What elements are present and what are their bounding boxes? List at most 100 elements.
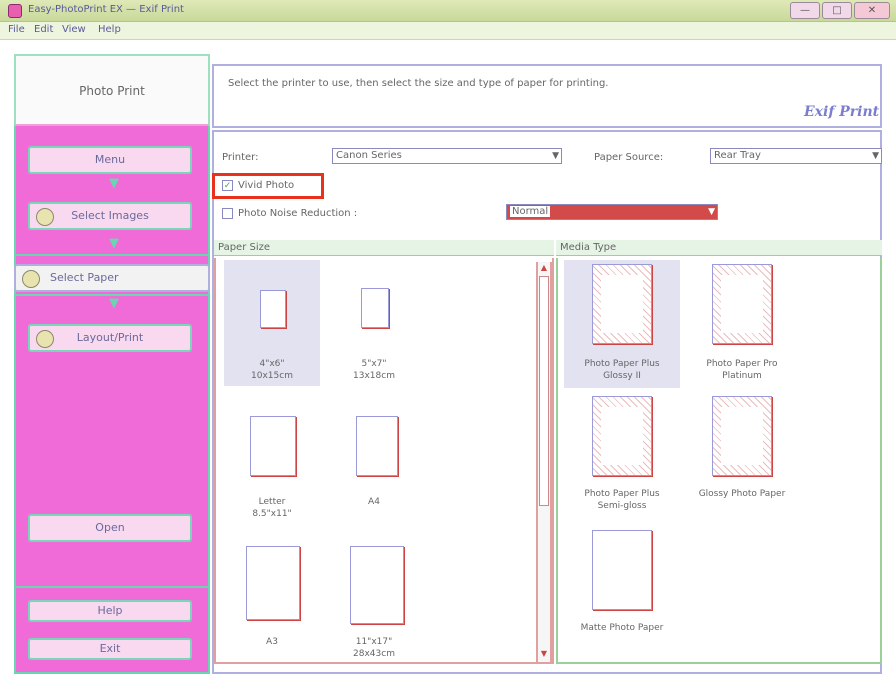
step-select-paper-label: Select Paper	[50, 271, 119, 284]
media-type-label: Photo Paper Pro	[706, 359, 778, 369]
instruction-panel	[212, 64, 882, 128]
menu-view[interactable]: View	[62, 24, 86, 35]
minimize-icon: —	[800, 5, 810, 16]
chevron-down-icon: ▼	[872, 151, 879, 161]
sidebar-header: Photo Print	[14, 54, 210, 126]
chevron-down-icon: ▼	[552, 151, 559, 161]
paper-sheet-icon	[260, 290, 286, 328]
menu-file[interactable]: File	[8, 24, 25, 35]
sidebar-title: Photo Print	[79, 84, 145, 98]
paper-size-list: 4"x6" 10x15cm 5"x7" 13x18cm Letter 8.5"x…	[214, 258, 554, 664]
close-icon: ✕	[867, 5, 877, 16]
chevron-down-icon: ▼	[708, 207, 715, 217]
paper-size-label: 11"x17"	[355, 637, 393, 647]
media-type-sublabel: Glossy II	[603, 371, 641, 381]
paper-size-sublabel: 8.5"x11"	[252, 509, 292, 519]
minimize-button[interactable]: —	[790, 2, 820, 19]
paper-size-sublabel: 10x15cm	[251, 371, 293, 381]
layout-print-icon	[36, 330, 54, 348]
paper-source-value: Rear Tray	[714, 150, 761, 161]
help-button[interactable]: Help	[28, 600, 192, 622]
media-sheet-icon	[592, 396, 652, 476]
noise-reduction-label: Photo Noise Reduction :	[238, 208, 358, 219]
paper-size-header: Paper Size	[214, 240, 554, 256]
scroll-up-icon[interactable]: ▲	[538, 262, 550, 274]
noise-reduction-select[interactable]: Normal ▼	[506, 204, 718, 220]
scroll-thumb[interactable]	[539, 276, 549, 506]
paper-size-tile[interactable]: 5"x7" 13x18cm	[326, 260, 422, 386]
media-type-label: Matte Photo Paper	[580, 623, 664, 633]
step-menu-label: Menu	[94, 153, 126, 166]
printer-label: Printer:	[222, 152, 259, 163]
paper-size-sublabel: 28x43cm	[353, 649, 395, 659]
divider	[14, 586, 210, 588]
step-menu-button[interactable]: Menu	[28, 146, 192, 174]
printer-value: Canon Series	[336, 150, 402, 161]
paper-size-label: A4	[368, 497, 380, 507]
paper-size-tile[interactable]: Letter 8.5"x11"	[224, 408, 320, 534]
menu-edit[interactable]: Edit	[34, 24, 53, 35]
window-title: Easy-PhotoPrint EX — Exif Print	[28, 4, 184, 15]
media-sheet-icon	[592, 264, 652, 344]
scroll-down-icon[interactable]: ▼	[538, 648, 550, 660]
media-type-tile[interactable]: Photo Paper Pro Platinum	[684, 260, 800, 388]
paper-size-scrollbar[interactable]: ▲ ▼	[536, 262, 552, 662]
open-label: Open	[95, 521, 125, 534]
media-type-tile[interactable]: Photo Paper Plus Semi-gloss	[564, 392, 680, 520]
media-type-tile[interactable]: Glossy Photo Paper	[684, 392, 800, 520]
step-select-images-button[interactable]: Select Images	[28, 202, 192, 230]
media-type-label: Photo Paper Plus	[584, 359, 660, 369]
divider	[14, 254, 210, 256]
arrow-down-icon: ▼	[109, 236, 119, 251]
help-label: Help	[97, 604, 123, 617]
open-button[interactable]: Open	[28, 514, 192, 542]
menu-help[interactable]: Help	[98, 24, 121, 35]
select-images-icon	[36, 208, 54, 226]
noise-reduction-value: Normal	[510, 206, 551, 217]
maximize-icon: □	[832, 5, 842, 16]
paper-sheet-icon	[250, 416, 296, 476]
noise-reduction-checkbox[interactable]	[222, 208, 233, 219]
arrow-down-icon: ▼	[109, 296, 119, 311]
media-sheet-icon	[592, 530, 652, 610]
paper-sheet-icon	[350, 546, 404, 624]
paper-sheet-icon	[356, 416, 398, 476]
media-type-sublabel: Platinum	[722, 371, 762, 381]
vivid-photo-checkbox[interactable]: ✓	[222, 180, 233, 191]
paper-source-select[interactable]: Rear Tray ▼	[710, 148, 882, 164]
step-select-images-label: Select Images	[71, 209, 149, 222]
paper-size-label: 4"x6"	[259, 359, 285, 369]
paper-size-label: 5"x7"	[361, 359, 387, 369]
paper-size-tile[interactable]: A3	[224, 540, 320, 662]
vivid-photo-label: Vivid Photo	[238, 180, 295, 191]
exif-print-logo: Exif Print	[804, 104, 880, 120]
media-type-label: Glossy Photo Paper	[698, 489, 786, 499]
paper-size-tile[interactable]: A4	[326, 408, 422, 534]
arrow-down-icon: ▼	[109, 176, 119, 191]
media-type-tile[interactable]: Photo Paper Plus Glossy II	[564, 260, 680, 388]
paper-size-label: Letter	[258, 497, 286, 507]
media-type-sublabel: Semi-gloss	[597, 501, 647, 511]
paper-size-tile[interactable]: 4"x6" 10x15cm	[224, 260, 320, 386]
paper-size-label: A3	[266, 637, 278, 647]
step-layout-print-button[interactable]: Layout/Print	[28, 324, 192, 352]
close-button[interactable]: ✕	[854, 2, 890, 19]
paper-source-label: Paper Source:	[594, 152, 664, 163]
media-sheet-icon	[712, 264, 772, 344]
maximize-button[interactable]: □	[822, 2, 852, 19]
paper-sheet-icon	[361, 288, 389, 328]
paper-sheet-icon	[246, 546, 300, 620]
media-type-header: Media Type	[556, 240, 882, 256]
paper-size-sublabel: 13x18cm	[353, 371, 395, 381]
media-type-list: Photo Paper Plus Glossy II Photo Paper P…	[556, 258, 882, 664]
media-sheet-icon	[712, 396, 772, 476]
media-type-tile[interactable]: Matte Photo Paper	[564, 522, 680, 650]
paper-size-tile[interactable]: 11"x17" 28x43cm	[326, 540, 422, 662]
step-layout-print-label: Layout/Print	[76, 331, 144, 344]
instruction-text: Select the printer to use, then select t…	[228, 78, 609, 89]
exit-button[interactable]: Exit	[28, 638, 192, 660]
printer-select[interactable]: Canon Series ▼	[332, 148, 562, 164]
select-paper-icon	[22, 270, 40, 288]
step-select-paper-button[interactable]: Select Paper	[14, 264, 210, 292]
app-icon	[8, 4, 22, 18]
